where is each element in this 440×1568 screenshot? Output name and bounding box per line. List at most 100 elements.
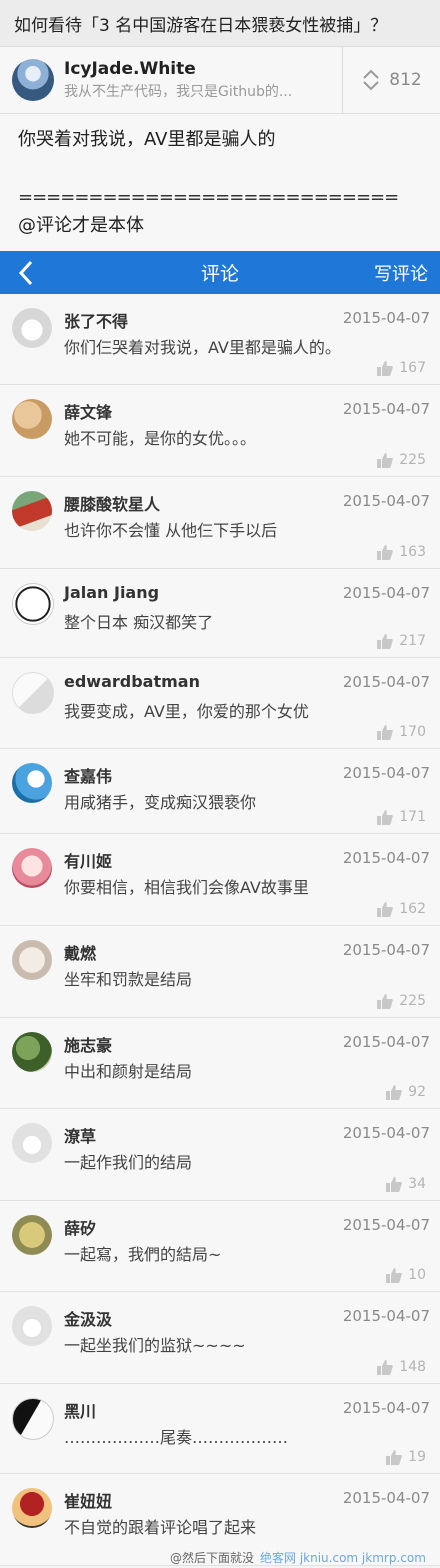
comment-date: 2015-04-07 (342, 1124, 430, 1142)
like-count: 163 (399, 544, 426, 560)
like-button[interactable]: 162 (377, 901, 426, 917)
commenter-avatar[interactable] (12, 1123, 52, 1163)
comment-text: ………………尾奏……………… (64, 1428, 289, 1447)
commenter-avatar[interactable] (12, 1306, 52, 1346)
thumbs-up-icon (386, 1267, 403, 1283)
thumbs-up-icon (386, 1449, 403, 1465)
thumbs-up-icon (377, 633, 394, 649)
watermark-text: 绝客网 jkniu.com jkmrp.com (260, 1551, 426, 1565)
commenter-name[interactable]: 有川姬 (64, 848, 112, 872)
comment-text: 她不可能，是你的女优。。。 (64, 429, 257, 448)
commenter-avatar[interactable] (12, 763, 52, 803)
vote-count: 812 (389, 70, 422, 90)
comment-date: 2015-04-07 (342, 584, 430, 602)
commenter-name[interactable]: Jalan Jiang (64, 583, 159, 602)
comment-item[interactable]: 金汲汲 2015-04-07 一起坐我们的监狱~~~~ 148 (0, 1292, 440, 1384)
comment-item[interactable]: 查嘉伟 2015-04-07 用咸猪手，变成痴汉猥亵你 171 (0, 749, 440, 834)
comment-item[interactable]: 施志豪 2015-04-07 中出和颜射是结局 92 (0, 1018, 440, 1109)
like-button[interactable]: 34 (386, 1176, 426, 1192)
like-count: 148 (399, 1359, 426, 1375)
like-count: 19 (408, 1449, 426, 1465)
like-button[interactable]: 163 (377, 544, 426, 560)
commenter-avatar[interactable] (12, 1488, 52, 1528)
comment-item[interactable]: 张了不得 2015-04-07 你们仨哭着对我说，AV里都是骗人的。 167 (0, 294, 440, 385)
author-avatar[interactable] (12, 59, 54, 101)
commenter-name[interactable]: 薛文锋 (64, 399, 112, 423)
commenter-name[interactable]: 戴燃 (64, 940, 96, 964)
commenter-avatar[interactable] (12, 672, 54, 714)
commenter-avatar[interactable] (12, 491, 52, 531)
commenter-avatar[interactable] (12, 848, 52, 888)
comment-item[interactable]: 戴燃 2015-04-07 坐牢和罚款是结局 225 (0, 926, 440, 1018)
comment-item[interactable]: 薛文锋 2015-04-07 她不可能，是你的女优。。。 225 (0, 385, 440, 477)
comment-date: 2015-04-07 (342, 941, 430, 959)
answer-text-line: @评论才是本体 (18, 215, 144, 236)
comment-item[interactable]: 有川姬 2015-04-07 你要相信，相信我们会像AV故事里 162 (0, 834, 440, 926)
comment-date: 2015-04-07 (342, 400, 430, 418)
like-button[interactable]: 217 (377, 633, 426, 649)
write-comment-button[interactable]: 写评论 (374, 260, 428, 286)
back-button[interactable] (6, 251, 46, 294)
comment-item[interactable]: 腰膝酸软星人 2015-04-07 也许你不会懂 从他仨下手以后 163 (0, 477, 440, 569)
comment-item[interactable]: edwardbatman 2015-04-07 我要变成，AV里，你爱的那个女优 17… (0, 658, 440, 749)
commenter-name[interactable]: 潦草 (64, 1123, 96, 1147)
thumbs-up-icon (377, 1359, 394, 1375)
like-button[interactable]: 10 (386, 1267, 426, 1283)
commenter-name[interactable]: 腰膝酸软星人 (64, 491, 160, 515)
like-button[interactable]: 19 (386, 1449, 426, 1465)
like-button[interactable]: 171 (377, 809, 426, 825)
question-title: 如何看待「3 名中国游客在日本猥亵女性被捕」？ (14, 15, 388, 36)
like-count: 92 (408, 1084, 426, 1100)
commenter-avatar[interactable] (12, 1398, 54, 1440)
comment-item[interactable]: 薛矽 2015-04-07 一起寫，我們的結局~ 10 (0, 1201, 440, 1292)
answer-text-line: 你哭着对我说，AV里都是骗人的 (18, 129, 276, 150)
answer-divider-text: =========================== (18, 187, 399, 208)
like-count: 171 (399, 809, 426, 825)
comments-nav-bar: 评论 写评论 (0, 251, 440, 294)
comment-text: 坐牢和罚款是结局 (64, 970, 193, 989)
like-count: 217 (399, 633, 426, 649)
commenter-avatar[interactable] (12, 308, 52, 348)
comment-date: 2015-04-07 (342, 1489, 430, 1507)
comment-item[interactable]: 潦草 2015-04-07 一起作我们的结局 34 (0, 1109, 440, 1201)
question-title-bar[interactable]: 如何看待「3 名中国游客在日本猥亵女性被捕」？ (0, 0, 440, 47)
thumbs-up-icon (386, 1176, 403, 1192)
like-button[interactable]: 148 (377, 1359, 426, 1375)
like-count: 225 (399, 452, 426, 468)
commenter-name[interactable]: 张了不得 (64, 308, 128, 332)
commenter-name[interactable]: 查嘉伟 (64, 763, 112, 787)
comment-text: 你们仨哭着对我说，AV里都是骗人的。 (64, 338, 341, 357)
like-button[interactable]: 170 (377, 724, 426, 740)
comment-date: 2015-04-07 (342, 1216, 430, 1234)
comment-text: 整个日本 痴汉都笑了 (64, 613, 214, 632)
comment-text: 也许你不会懂 从他仨下手以后 (64, 521, 278, 540)
comment-date: 2015-04-07 (342, 492, 430, 510)
answer-header: IcyJade.White 我从不生产代码，我只是Github的... 812 (0, 47, 440, 114)
commenter-avatar[interactable] (12, 399, 52, 439)
vote-button[interactable]: 812 (342, 47, 440, 113)
commenter-name[interactable]: 薛矽 (64, 1215, 96, 1239)
commenter-name[interactable]: 施志豪 (64, 1032, 112, 1056)
comment-date: 2015-04-07 (342, 849, 430, 867)
comment-item[interactable]: Jalan Jiang 2015-04-07 整个日本 痴汉都笑了 217 (0, 569, 440, 658)
footer-watermark: @然后下面就没 绝客网 jkniu.com jkmrp.com (170, 1549, 426, 1566)
thumbs-up-icon (386, 1084, 403, 1100)
commenter-avatar[interactable] (12, 940, 52, 980)
like-button[interactable]: 225 (377, 993, 426, 1009)
author-bio: 我从不生产代码，我只是Github的... (64, 84, 293, 100)
commenter-avatar[interactable] (12, 1215, 52, 1255)
commenter-avatar[interactable] (12, 583, 54, 625)
commenter-avatar[interactable] (12, 1032, 52, 1072)
like-count: 167 (399, 360, 426, 376)
commenter-name[interactable]: edwardbatman (64, 672, 200, 691)
comment-text: 不自觉的跟着评论唱了起来 (64, 1518, 257, 1537)
comment-item[interactable]: 黑川 2015-04-07 ………………尾奏……………… 19 (0, 1384, 440, 1474)
comment-list: 张了不得 2015-04-07 你们仨哭着对我说，AV里都是骗人的。 167 薛文锋 20… (0, 294, 440, 1566)
vote-arrows-icon (363, 69, 379, 91)
commenter-name[interactable]: 金汲汲 (64, 1306, 112, 1330)
commenter-name[interactable]: 崔妞妞 (64, 1488, 112, 1512)
like-button[interactable]: 92 (386, 1084, 426, 1100)
commenter-name[interactable]: 黑川 (64, 1398, 96, 1422)
like-button[interactable]: 225 (377, 452, 426, 468)
like-button[interactable]: 167 (377, 360, 426, 376)
